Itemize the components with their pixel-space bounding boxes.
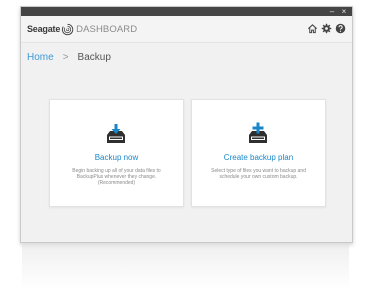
create-plan-icon	[249, 122, 267, 143]
backup-now-title: Backup now	[94, 153, 139, 162]
breadcrumb-home-link[interactable]: Home	[27, 52, 54, 63]
breadcrumb-separator: >	[62, 52, 69, 63]
breadcrumb-current: Backup	[77, 52, 111, 63]
create-backup-plan-title: Create backup plan	[223, 153, 294, 162]
backup-now-icon	[107, 124, 125, 143]
minimize-button[interactable]: –	[327, 7, 337, 16]
home-icon[interactable]	[307, 23, 318, 34]
title-bar[interactable]: – ×	[21, 7, 352, 16]
app-window: – × Seagate DASHBOARD Home > Backup Back…	[20, 6, 353, 243]
app-header: Seagate DASHBOARD	[21, 16, 352, 43]
stage: – × Seagate DASHBOARD Home > Backup Back…	[0, 0, 370, 292]
backup-now-card[interactable]: Backup now Begin backing up all of your …	[49, 99, 184, 207]
create-backup-plan-description: Select type of files you want to backup …	[211, 168, 306, 180]
breadcrumb: Home > Backup	[27, 52, 111, 63]
backup-now-description: Begin backing up all of your data files …	[72, 168, 161, 186]
help-icon[interactable]	[335, 23, 346, 34]
brand-name: Seagate	[27, 24, 61, 34]
seagate-logo-icon	[62, 23, 74, 35]
close-button[interactable]: ×	[339, 7, 349, 16]
brand-logo-group: Seagate DASHBOARD	[27, 22, 137, 36]
product-name: DASHBOARD	[76, 23, 138, 35]
create-backup-plan-card[interactable]: Create backup plan Select type of files …	[191, 99, 326, 207]
gear-icon[interactable]	[321, 23, 332, 34]
window-reflection	[22, 243, 349, 289]
header-toolbar	[307, 23, 346, 34]
